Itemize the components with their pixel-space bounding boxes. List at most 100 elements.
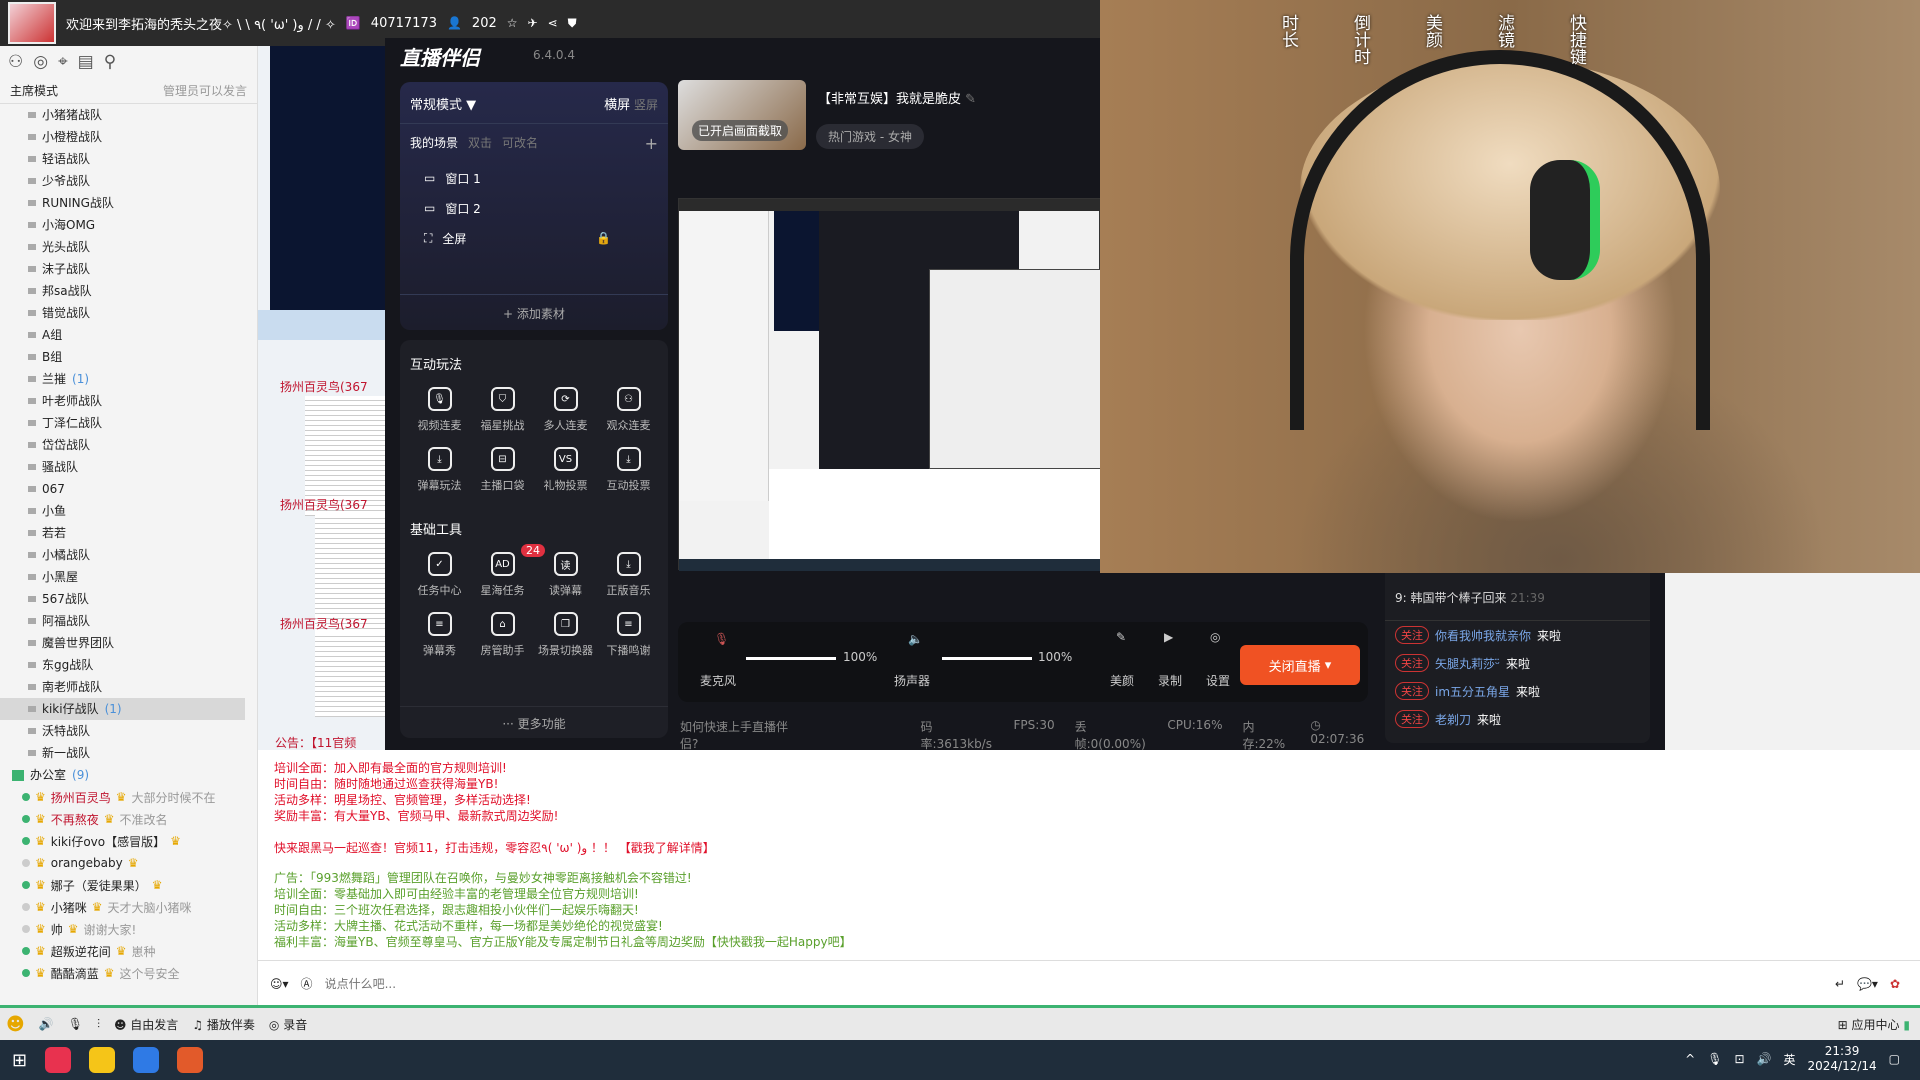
user-icon[interactable]: ⚇ bbox=[8, 52, 23, 72]
live-companion-icon[interactable] bbox=[177, 1047, 204, 1073]
channel-item[interactable]: 小橙橙战队 bbox=[0, 126, 257, 148]
search-icon[interactable]: ⚲ bbox=[104, 52, 116, 72]
channel-item[interactable]: 阿福战队 bbox=[0, 610, 257, 632]
tool-basic-item[interactable]: AD 星海任务 24 bbox=[471, 544, 545, 598]
channel-item[interactable]: 轻语战队 bbox=[0, 148, 257, 170]
tool-basic-item[interactable]: ⌂ 房管助手 bbox=[471, 612, 534, 658]
tool-basic-item[interactable]: ✓ 任务中心 bbox=[408, 552, 471, 598]
network-icon[interactable]: ⊡ bbox=[1734, 1052, 1744, 1066]
arrival-user[interactable]: 矢腿丸莉莎ᵕ̈ bbox=[1435, 655, 1500, 672]
tool-interactive-item[interactable]: ⤓ 弹幕玩法 bbox=[408, 447, 471, 493]
at-icon[interactable]: Ⓐ bbox=[301, 975, 313, 992]
channel-item[interactable]: 南老师战队 bbox=[0, 676, 257, 698]
add-material-button[interactable]: + 添加素材 bbox=[400, 294, 668, 322]
channel-item[interactable]: 若若 bbox=[0, 522, 257, 544]
add-scene-icon[interactable]: + bbox=[645, 134, 658, 153]
channel-item[interactable]: 新一战队 bbox=[0, 742, 257, 764]
channel-item[interactable]: 岱岱战队 bbox=[0, 434, 257, 456]
yy-mascot-icon[interactable]: ☻ bbox=[6, 1014, 25, 1035]
channel-item[interactable]: 光头战队 bbox=[0, 236, 257, 258]
portrait-tab[interactable]: 竖屏 bbox=[634, 98, 658, 112]
tool-basic-item[interactable]: ⤓ 正版音乐 bbox=[597, 552, 660, 598]
playlist-button[interactable]: ♫ 播放伴奏 bbox=[192, 1016, 255, 1033]
channel-item[interactable]: 兰摧 (1) bbox=[0, 368, 257, 390]
flower-icon[interactable]: ✿ bbox=[1890, 977, 1900, 991]
mic-volume-slider[interactable] bbox=[746, 657, 836, 660]
user-item[interactable]: ♛ 不再熬夜 ♛ 不准改名 bbox=[0, 808, 257, 830]
follow-button[interactable]: 关注 bbox=[1395, 654, 1429, 672]
user-item[interactable]: ♛ 小猪咪 ♛ 天才大脑小猪咪 bbox=[0, 896, 257, 918]
channel-item[interactable]: 邦sa战队 bbox=[0, 280, 257, 302]
volume-tray-icon[interactable]: 🔊 bbox=[1757, 1052, 1772, 1066]
plane-icon[interactable]: ✈ bbox=[528, 16, 538, 30]
user-item[interactable]: ♛ 酷酷滴蓝 ♛ 这个号安全 bbox=[0, 962, 257, 984]
chevron-up-icon[interactable]: ^ bbox=[1685, 1052, 1695, 1066]
recording-button[interactable]: ◎ 录音 bbox=[269, 1016, 307, 1033]
settings-button[interactable]: 设置 bbox=[1206, 672, 1230, 689]
channel-item[interactable]: 沫子战队 bbox=[0, 258, 257, 280]
channel-item[interactable]: 东gg战队 bbox=[0, 654, 257, 676]
board-icon[interactable]: ▤ bbox=[78, 52, 94, 72]
channel-item[interactable]: RUNING战队 bbox=[0, 192, 257, 214]
channel-item[interactable]: 丁泽仁战队 bbox=[0, 412, 257, 434]
channel-item[interactable]: 沃特战队 bbox=[0, 720, 257, 742]
beauty-button[interactable]: 美颜 bbox=[1110, 672, 1134, 689]
poster-image[interactable] bbox=[315, 632, 385, 717]
star-icon[interactable]: ☆ bbox=[507, 16, 518, 30]
yy-icon[interactable] bbox=[89, 1047, 116, 1073]
channel-item[interactable]: 567战队 bbox=[0, 588, 257, 610]
chat-icon[interactable]: ◎ bbox=[33, 52, 48, 72]
user-item[interactable]: ♛ 超叛逆花间 ♛ 崽种 bbox=[0, 940, 257, 962]
channel-item[interactable]: 小橘战队 bbox=[0, 544, 257, 566]
tool-interactive-item[interactable]: ⚇ 观众连麦 bbox=[597, 387, 660, 433]
user-item[interactable]: ♛ 扬州百灵鸟 ♛ 大部分时候不在 bbox=[0, 786, 257, 808]
user-item[interactable]: ♛ orangebaby ♛ bbox=[0, 852, 257, 874]
channel-item[interactable]: 叶老师战队 bbox=[0, 390, 257, 412]
channel-office[interactable]: 办公室 (9) bbox=[0, 764, 257, 786]
user-item[interactable]: ♛ 帅 ♛ 谢谢大家! bbox=[0, 918, 257, 940]
free-speech-button[interactable]: ☻ 自由发言 bbox=[114, 1016, 178, 1033]
volume-icon[interactable]: 🔊 bbox=[39, 1017, 54, 1031]
app-center-button[interactable]: ⊞ 应用中心 ▮ bbox=[1838, 1016, 1910, 1033]
tool-interactive-item[interactable]: ⛉ 福星挑战 bbox=[471, 387, 534, 433]
landscape-tab[interactable]: 横屏 bbox=[604, 98, 630, 113]
chat-input[interactable] bbox=[324, 976, 1823, 991]
channel-item[interactable]: 067 bbox=[0, 478, 257, 500]
user-item[interactable]: ♛ kiki仔ovo【感冒版】 ♛ bbox=[0, 830, 257, 852]
channel-item[interactable]: 小海OMG bbox=[0, 214, 257, 236]
speaker-volume-slider[interactable] bbox=[942, 657, 1032, 660]
category-tag[interactable]: 热门游戏 - 女神 bbox=[816, 124, 924, 149]
follow-button[interactable]: 关注 bbox=[1395, 626, 1429, 644]
share-icon[interactable]: ⋖ bbox=[548, 16, 558, 30]
tool-basic-item[interactable]: 读读弹幕 bbox=[534, 552, 597, 598]
channel-item[interactable]: 小黑屋 bbox=[0, 566, 257, 588]
end-live-button[interactable]: 关闭直播 ▾ bbox=[1240, 645, 1360, 685]
channel-item[interactable]: 小鱼 bbox=[0, 500, 257, 522]
tool-interactive-item[interactable]: ⊟ 主播口袋 bbox=[471, 447, 534, 493]
arrival-user[interactable]: 你看我帅我就亲你 bbox=[1435, 627, 1531, 644]
mic-icon[interactable]: 🎙 bbox=[68, 1017, 83, 1031]
channel-item[interactable]: A组 bbox=[0, 324, 257, 346]
poster-name[interactable]: 扬州百灵鸟(367 bbox=[280, 378, 368, 395]
tool-basic-item[interactable]: ≡ 下播鸣谢 bbox=[597, 612, 660, 658]
scene-item[interactable]: ⛶ 全屏 🔒 bbox=[400, 223, 668, 253]
speech-icon[interactable]: 💬▾ bbox=[1857, 977, 1878, 991]
start-icon[interactable]: ⊞ bbox=[12, 1050, 27, 1071]
channel-item[interactable]: 骚战队 bbox=[0, 456, 257, 478]
send-icon[interactable]: ↵ bbox=[1835, 977, 1845, 991]
more-features-button[interactable]: ··· 更多功能 bbox=[400, 706, 668, 732]
arrival-user[interactable]: 老剃刀 bbox=[1435, 711, 1471, 728]
channel-item[interactable]: 小猪猪战队 bbox=[0, 104, 257, 126]
ime-indicator[interactable]: 英 bbox=[1783, 1051, 1795, 1068]
poster-name[interactable]: 扬州百灵鸟(367 bbox=[280, 615, 368, 632]
edit-icon[interactable]: ✎ bbox=[965, 92, 976, 107]
shield-icon[interactable]: ⛊ bbox=[568, 16, 577, 31]
tool-interactive-item[interactable]: ⤓ 互动投票 bbox=[597, 447, 660, 493]
user-item[interactable]: ♛ 娜子（爱徒果果） ♛ bbox=[0, 874, 257, 896]
location-icon[interactable]: ⌖ bbox=[58, 52, 68, 72]
notification-icon[interactable]: ▢ bbox=[1889, 1052, 1900, 1066]
clock[interactable]: 21:39 2024/12/14 bbox=[1807, 1044, 1876, 1074]
scene-item[interactable]: ▭ 窗口 2 bbox=[400, 193, 668, 223]
channel-item[interactable]: 错觉战队 bbox=[0, 302, 257, 324]
tool-interactive-item[interactable]: ⟳ 多人连麦 bbox=[534, 387, 597, 433]
